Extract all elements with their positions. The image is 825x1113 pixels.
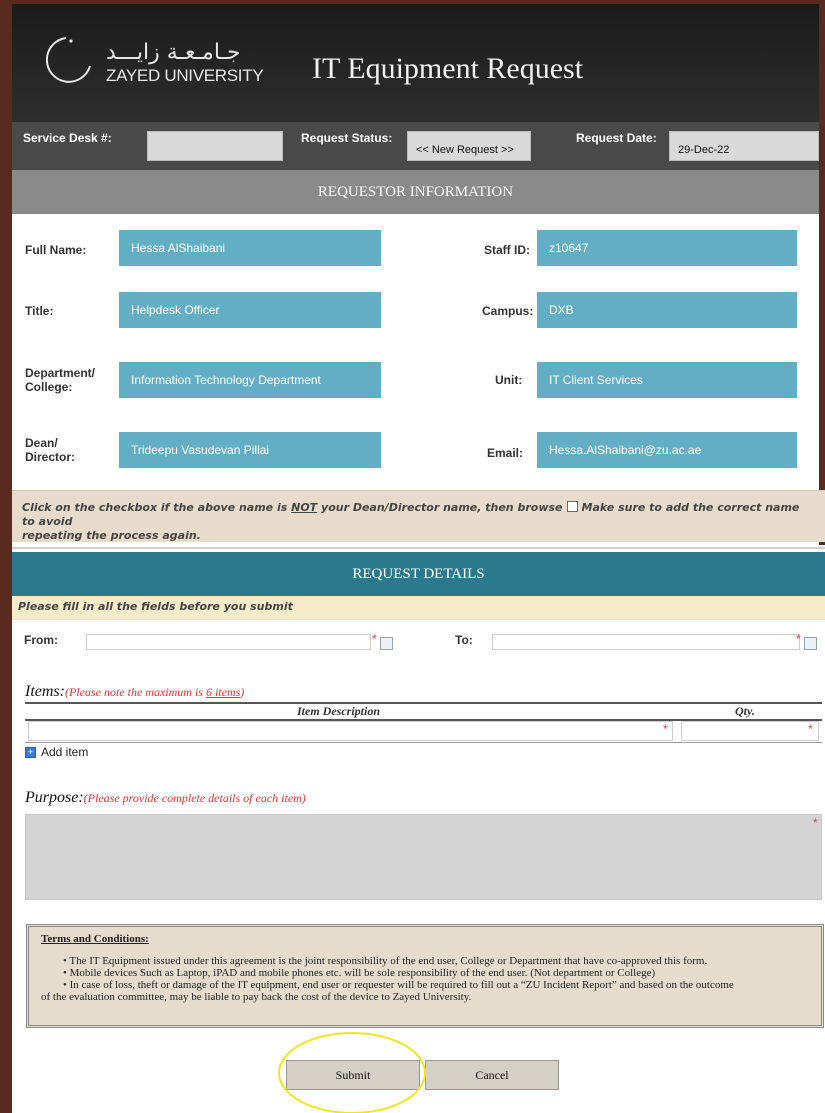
from-required-marker: *	[372, 632, 377, 646]
highlight-annotation	[278, 1032, 426, 1113]
item-description-header: Item Description	[297, 704, 380, 718]
item-description-input[interactable]	[28, 721, 673, 741]
full-name-label: Full Name:	[25, 243, 87, 257]
page-title: IT Equipment Request	[312, 52, 584, 85]
terms-title: Terms and Conditions:	[41, 933, 149, 945]
terms-and-conditions: Terms and Conditions: • The IT Equipment…	[26, 924, 824, 1028]
item-required-marker: *	[663, 722, 668, 736]
notice-text: Click on the checkbox if the above name …	[22, 501, 292, 514]
request-date-field: 29-Dec-22	[669, 131, 819, 161]
qty-input[interactable]	[681, 721, 819, 741]
items-max: 6 items	[205, 685, 241, 699]
unit-label: Unit:	[495, 373, 523, 387]
request-status-label: Request Status:	[301, 131, 393, 145]
campus-field[interactable]: DXB	[537, 292, 797, 328]
notice-text-4: repeating the process again.	[22, 529, 201, 542]
dean-notice: Click on the checkbox if the above name …	[12, 490, 825, 542]
request-status-field: << New Request >>	[407, 131, 531, 161]
fill-note: Please fill in all the fields before you…	[12, 596, 825, 620]
department-label-line2: College:	[25, 380, 73, 394]
from-label: From:	[24, 633, 58, 647]
dean-field[interactable]: Trideepu Vasudevan Pillai	[119, 432, 381, 468]
items-note-end: )	[240, 685, 245, 699]
terms-line: • The IT Equipment issued under this agr…	[63, 955, 708, 967]
notice-text-2: your Dean/Director name, then browse	[317, 501, 563, 514]
request-date-label: Request Date:	[576, 131, 657, 145]
title-label: Title:	[25, 304, 54, 318]
dean-override-checkbox[interactable]	[566, 501, 578, 512]
purpose-required-marker: *	[813, 816, 818, 830]
purpose-note: (Please provide complete details of each…	[83, 791, 306, 805]
zayed-logo-icon	[46, 37, 91, 83]
purpose-heading: Purpose:(Please provide complete details…	[25, 789, 306, 807]
to-required-marker: *	[796, 632, 801, 646]
staff-id-label: Staff ID:	[484, 243, 530, 257]
items-heading: Items:(Please note the maximum is 6 item…	[25, 683, 244, 701]
section-divider	[12, 547, 825, 549]
items-title: Items:	[25, 683, 65, 700]
campus-label: Campus:	[482, 304, 534, 318]
logo-english-text: ZAYED UNIVERSITY	[106, 66, 264, 85]
terms-line: of the evaluation committee, may be liab…	[41, 991, 472, 1003]
qty-required-marker: *	[808, 722, 813, 736]
cancel-button[interactable]: Cancel	[425, 1060, 559, 1090]
email-label: Email:	[487, 446, 524, 460]
logo-arabic-text: جـامـعـة زايـــد	[106, 40, 241, 65]
to-date-input[interactable]	[492, 634, 800, 650]
items-note: (Please note the maximum is	[64, 685, 206, 699]
staff-id-field[interactable]: z10647	[537, 230, 797, 266]
frame-right-border	[819, 0, 825, 545]
notice-emphasis: NOT	[291, 501, 318, 514]
unit-field[interactable]: IT Client Services	[537, 362, 797, 398]
dean-label-line2: Director:	[25, 450, 76, 464]
service-desk-field	[147, 131, 283, 161]
requestor-section-header: REQUESTOR INFORMATION	[12, 170, 819, 214]
to-calendar-icon[interactable]	[804, 637, 817, 650]
to-label: To:	[455, 633, 473, 647]
full-name-field[interactable]: Hessa AlShaibani	[119, 230, 381, 266]
purpose-textarea[interactable]	[25, 814, 822, 900]
department-label-line1: Department/	[25, 366, 96, 380]
add-item-link[interactable]: Add item	[41, 745, 88, 759]
from-date-input[interactable]	[86, 634, 371, 650]
email-field[interactable]: Hessa.AlShaibani@zu.ac.ae	[537, 432, 797, 468]
add-item-icon[interactable]: +	[25, 747, 36, 758]
dean-label-line1: Dean/	[25, 436, 58, 450]
qty-header: Qty.	[735, 704, 755, 718]
terms-line: • Mobile devices Such as Laptop, iPAD an…	[63, 967, 656, 979]
terms-line: • In case of loss, theft or damage of th…	[63, 979, 734, 991]
purpose-title: Purpose:	[25, 789, 84, 806]
items-table-bottom-rule	[25, 742, 822, 743]
items-table-top-rule	[25, 702, 822, 704]
service-desk-label: Service Desk #:	[23, 131, 112, 145]
department-field[interactable]: Information Technology Department	[119, 362, 381, 398]
from-calendar-icon[interactable]	[380, 637, 393, 650]
title-field[interactable]: Helpdesk Officer	[119, 292, 381, 328]
request-details-header: REQUEST DETAILS	[12, 552, 825, 596]
